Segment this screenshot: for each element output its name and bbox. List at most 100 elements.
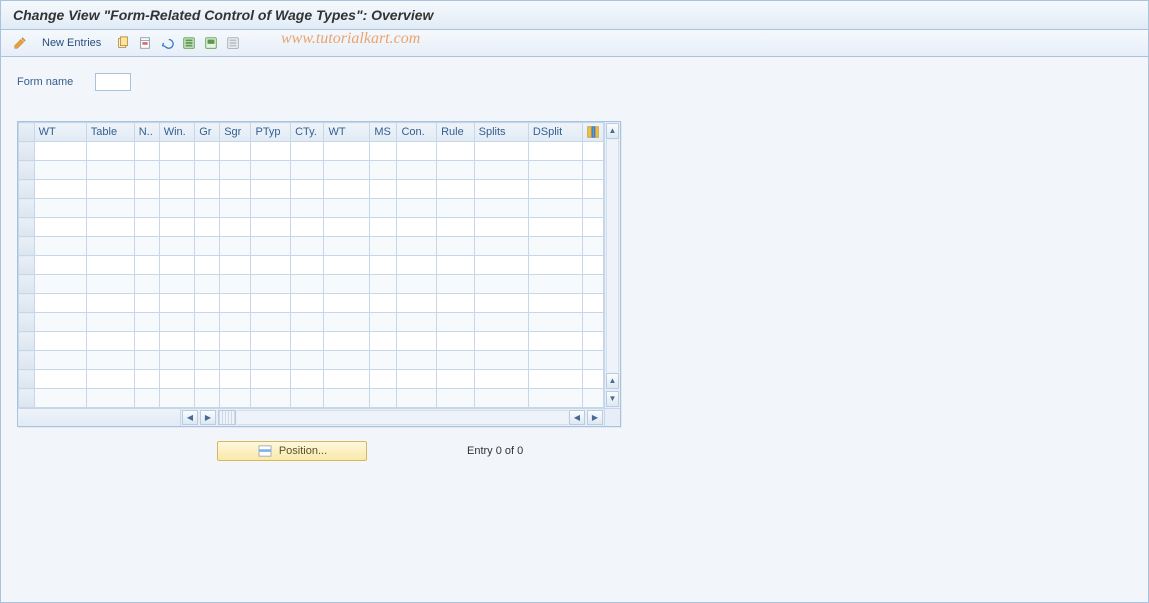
grid-cell[interactable] [34, 218, 86, 237]
grid-cell[interactable] [86, 256, 134, 275]
grid-cell[interactable] [370, 237, 397, 256]
grid-cell[interactable] [251, 256, 291, 275]
grid-cell[interactable] [370, 161, 397, 180]
row-selector[interactable] [19, 351, 35, 370]
grid-cell[interactable] [251, 389, 291, 408]
col-header[interactable]: N.. [134, 123, 159, 142]
grid-cell[interactable] [370, 180, 397, 199]
grid-cell[interactable] [291, 389, 324, 408]
grid-cell[interactable] [159, 218, 194, 237]
col-header[interactable]: Gr [195, 123, 220, 142]
column-split-grip[interactable] [218, 410, 236, 425]
col-header[interactable]: Table [86, 123, 134, 142]
grid-cell[interactable] [437, 180, 475, 199]
row-selector[interactable] [19, 389, 35, 408]
grid-cell[interactable] [397, 275, 437, 294]
grid-cell[interactable] [528, 275, 582, 294]
grid-cell[interactable] [220, 256, 251, 275]
grid-cell[interactable] [34, 351, 86, 370]
grid-cell[interactable] [86, 370, 134, 389]
grid-cell[interactable] [220, 142, 251, 161]
grid-cell[interactable] [34, 275, 86, 294]
deselect-all-icon[interactable] [224, 34, 242, 52]
grid-cell[interactable] [437, 351, 475, 370]
grid-cell[interactable] [437, 332, 475, 351]
grid-cell[interactable] [528, 237, 582, 256]
grid-cell[interactable] [134, 275, 159, 294]
grid-cell[interactable] [34, 294, 86, 313]
grid-cell[interactable] [220, 294, 251, 313]
grid-cell[interactable] [324, 370, 370, 389]
grid-cell[interactable] [220, 313, 251, 332]
grid-cell[interactable] [195, 389, 220, 408]
row-selector[interactable] [19, 199, 35, 218]
row-selector[interactable] [19, 218, 35, 237]
grid-cell[interactable] [251, 275, 291, 294]
grid-cell[interactable] [437, 199, 475, 218]
grid-cell[interactable] [528, 389, 582, 408]
grid-cell[interactable] [324, 161, 370, 180]
grid-cell[interactable] [220, 199, 251, 218]
grid-cell[interactable] [251, 237, 291, 256]
row-selector[interactable] [19, 370, 35, 389]
grid-cell[interactable] [370, 275, 397, 294]
grid-cell[interactable] [474, 351, 528, 370]
grid-cell[interactable] [220, 237, 251, 256]
scroll-right-button[interactable]: ▶ [200, 410, 216, 425]
grid-cell[interactable] [134, 199, 159, 218]
copy-icon[interactable] [114, 34, 132, 52]
grid-cell[interactable] [397, 199, 437, 218]
grid-cell[interactable] [34, 313, 86, 332]
vscroll-track[interactable] [606, 140, 619, 372]
grid-cell[interactable] [134, 294, 159, 313]
grid-cell[interactable] [437, 294, 475, 313]
grid-cell[interactable] [134, 161, 159, 180]
grid-cell[interactable] [159, 161, 194, 180]
grid-cell[interactable] [220, 389, 251, 408]
grid-cell[interactable] [195, 351, 220, 370]
grid-cell[interactable] [86, 218, 134, 237]
col-header[interactable]: PTyp [251, 123, 291, 142]
grid-cell[interactable] [291, 142, 324, 161]
grid-cell[interactable] [134, 351, 159, 370]
grid-cell[interactable] [528, 332, 582, 351]
grid-cell[interactable] [324, 313, 370, 332]
grid-cell[interactable] [291, 351, 324, 370]
row-selector[interactable] [19, 161, 35, 180]
grid-cell[interactable] [34, 180, 86, 199]
undo-icon[interactable] [158, 34, 176, 52]
grid-cell[interactable] [251, 313, 291, 332]
grid-cell[interactable] [474, 370, 528, 389]
grid-cell[interactable] [134, 237, 159, 256]
grid-cell[interactable] [86, 332, 134, 351]
grid-cell[interactable] [397, 256, 437, 275]
grid-cell[interactable] [34, 332, 86, 351]
grid-cell[interactable] [195, 313, 220, 332]
grid-cell[interactable] [159, 370, 194, 389]
grid-cell[interactable] [324, 294, 370, 313]
table-row[interactable] [19, 351, 604, 370]
grid-cell[interactable] [195, 199, 220, 218]
grid-cell[interactable] [134, 142, 159, 161]
grid-cell[interactable] [474, 142, 528, 161]
grid-cell[interactable] [159, 351, 194, 370]
scroll-left-button[interactable]: ◀ [182, 410, 198, 425]
grid-cell[interactable] [134, 256, 159, 275]
row-selector[interactable] [19, 256, 35, 275]
grid-cell[interactable] [220, 370, 251, 389]
grid-cell[interactable] [34, 199, 86, 218]
select-all-icon[interactable] [180, 34, 198, 52]
grid-cell[interactable] [370, 199, 397, 218]
grid-cell[interactable] [86, 237, 134, 256]
row-selector-header[interactable] [19, 123, 35, 142]
grid-cell[interactable] [324, 199, 370, 218]
grid-cell[interactable] [291, 294, 324, 313]
grid-cell[interactable] [324, 142, 370, 161]
grid-cell[interactable] [370, 313, 397, 332]
table-row[interactable] [19, 199, 604, 218]
row-selector[interactable] [19, 332, 35, 351]
grid-cell[interactable] [159, 199, 194, 218]
grid-cell[interactable] [474, 199, 528, 218]
grid-cell[interactable] [195, 294, 220, 313]
grid-cell[interactable] [159, 275, 194, 294]
